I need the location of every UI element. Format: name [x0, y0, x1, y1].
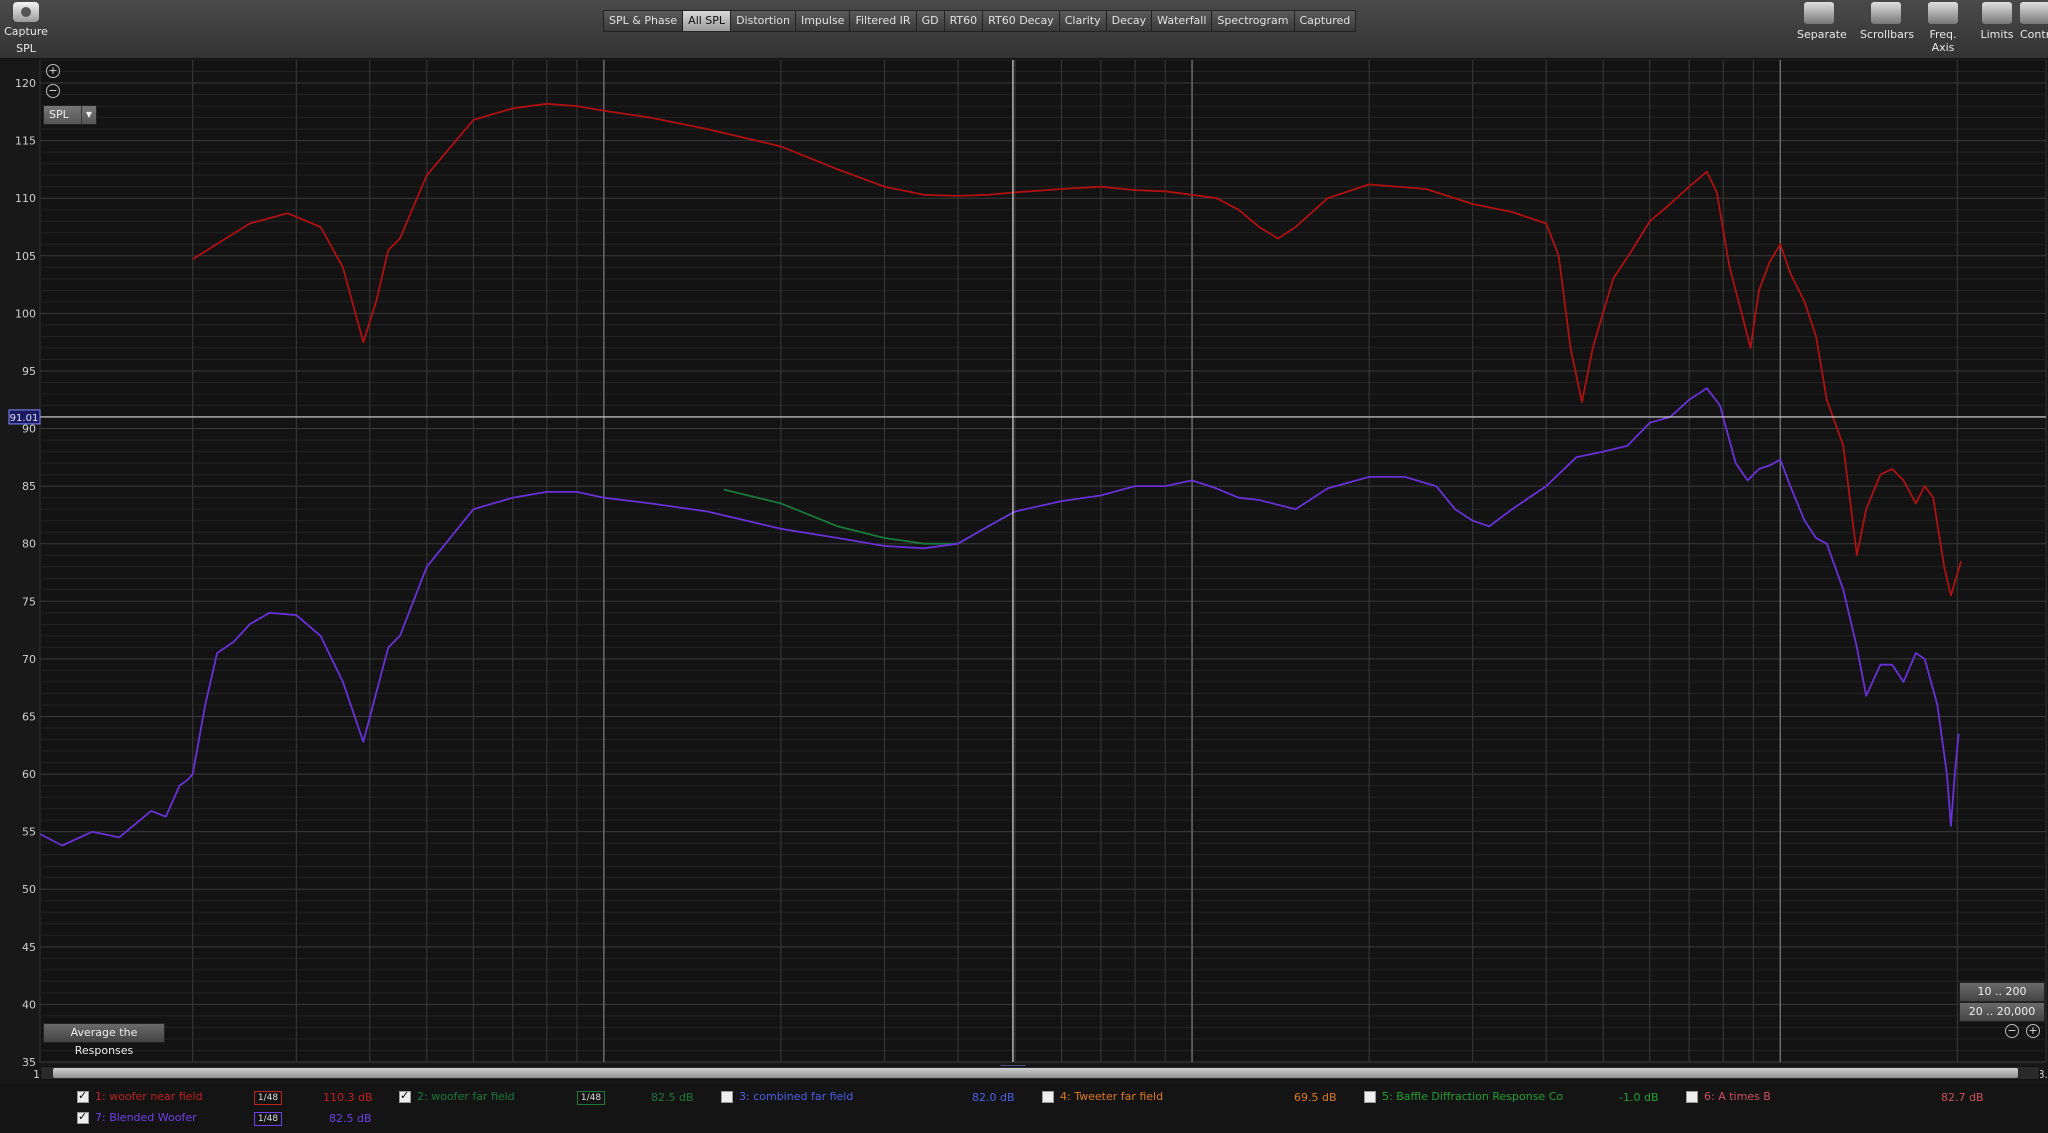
smoothing-badge-7[interactable]: 1/48	[254, 1112, 282, 1126]
tab-distortion[interactable]: Distortion	[730, 10, 796, 32]
tab-captured[interactable]: Captured	[1293, 10, 1357, 32]
legend-item-5[interactable]: 5: Baffle Diffraction Response Co	[1364, 1090, 1563, 1103]
y-tick-label: 110	[15, 192, 36, 205]
tab-rt60-decay[interactable]: RT60 Decay	[982, 10, 1060, 32]
zoom-in-x-icon[interactable]: +	[2026, 1024, 2040, 1038]
legend-checkbox-1[interactable]	[77, 1089, 89, 1103]
scrollbars-icon	[1871, 2, 1901, 24]
tab-gd[interactable]: GD	[915, 10, 945, 32]
scrollbars-button[interactable]: Scrollbars	[1860, 2, 1915, 41]
tab-filtered-ir[interactable]: Filtered IR	[849, 10, 917, 32]
legend-panel: 1: woofer near field 1/48 110.3 dB 2: wo…	[0, 1083, 2048, 1133]
capture-sub-label: SPL	[16, 42, 36, 55]
separate-label: Separate	[1797, 28, 1847, 41]
capture-label: Capture	[4, 25, 48, 38]
freq-axis-label: Freq. Axis	[1929, 28, 1957, 54]
legend-value-2: 82.5 dB	[651, 1091, 694, 1104]
legend-checkbox-3[interactable]	[721, 1091, 733, 1103]
legend-checkbox-2[interactable]	[399, 1089, 411, 1103]
controls-label: Contr	[2020, 28, 2048, 41]
legend-item-6[interactable]: 6: A times B	[1686, 1090, 1771, 1103]
controls-button[interactable]: Contr	[2020, 2, 2048, 41]
tab-spl-phase[interactable]: SPL & Phase	[603, 10, 684, 32]
legend-label-3: 3: combined far field	[739, 1090, 854, 1103]
tab-clarity[interactable]: Clarity	[1058, 10, 1107, 32]
measure-select-value: SPL	[49, 108, 69, 121]
freq-axis-button[interactable]: Freq. Axis	[1918, 2, 1968, 54]
legend-item-3[interactable]: 3: combined far field	[721, 1090, 853, 1103]
legend-value-6: 82.7 dB	[1941, 1091, 1984, 1104]
legend-value-1: 110.3 dB	[323, 1091, 373, 1104]
limits-label: Limits	[1980, 28, 2014, 41]
zoom-out-x-icon[interactable]: −	[2005, 1024, 2019, 1038]
zoom-out-y-icon[interactable]: −	[46, 84, 60, 98]
range-10-200-button[interactable]: 10 .. 200	[1959, 982, 2045, 1002]
view-tabs: SPL & Phase All SPL Distortion Impulse F…	[603, 10, 1357, 32]
separate-icon	[1804, 2, 1834, 24]
zoom-in-y-icon[interactable]: +	[46, 64, 60, 78]
camera-icon	[13, 2, 39, 22]
smoothing-badge-2[interactable]: 1/48	[577, 1091, 605, 1105]
legend-item-2[interactable]: 2: woofer far field	[399, 1089, 515, 1103]
legend-label-4: 4: Tweeter far field	[1060, 1090, 1164, 1103]
y-tick-label: 70	[22, 653, 36, 666]
y-tick-label: 45	[22, 941, 36, 954]
y-tick-label: 80	[22, 538, 36, 551]
legend-checkbox-6[interactable]	[1686, 1091, 1698, 1103]
y-tick-label: 40	[22, 998, 36, 1011]
spl-graph[interactable]: 3540455055606570758085909510010511011512…	[0, 59, 2048, 1079]
legend-label-6: 6: A times B	[1704, 1090, 1771, 1103]
y-tick-label: 55	[22, 826, 36, 839]
limits-icon	[1982, 2, 2012, 24]
legend-item-7[interactable]: 7: Blended Woofer	[77, 1110, 197, 1124]
separate-button[interactable]: Separate	[1797, 2, 1847, 41]
freq-axis-icon	[1928, 2, 1958, 24]
average-responses-button[interactable]: Average the Responses	[43, 1023, 165, 1057]
y-tick-label: 75	[22, 595, 36, 608]
gear-icon	[2020, 2, 2048, 24]
tab-spectrogram[interactable]: Spectrogram	[1211, 10, 1295, 32]
chevron-down-icon: ▼	[81, 106, 96, 124]
legend-label-7: 7: Blended Woofer	[95, 1111, 197, 1124]
legend-checkbox-5[interactable]	[1364, 1091, 1376, 1103]
y-tick-label: 120	[15, 77, 36, 90]
legend-item-4[interactable]: 4: Tweeter far field	[1042, 1090, 1163, 1103]
legend-label-1: 1: woofer near field	[95, 1090, 203, 1103]
legend-label-2: 2: woofer far field	[417, 1090, 515, 1103]
scrollbars-label: Scrollbars	[1860, 28, 1915, 41]
legend-label-5: 5: Baffle Diffraction Response Co	[1382, 1090, 1564, 1103]
y-tick-label: 50	[22, 883, 36, 896]
y-tick-label: 105	[15, 250, 36, 263]
tab-all-spl[interactable]: All SPL	[682, 10, 732, 32]
cursor-level-readout: 91.01	[10, 413, 39, 424]
legend-value-4: 69.5 dB	[1294, 1091, 1337, 1104]
toolbar: Capture SPL SPL & Phase All SPL Distorti…	[0, 0, 2048, 59]
legend-value-7: 82.5 dB	[329, 1112, 372, 1125]
tab-decay[interactable]: Decay	[1105, 10, 1153, 32]
horizontal-scrollbar[interactable]	[40, 1066, 2040, 1080]
tab-waterfall[interactable]: Waterfall	[1151, 10, 1213, 32]
y-tick-label: 85	[22, 480, 36, 493]
scrollbar-thumb[interactable]	[53, 1068, 2018, 1078]
legend-item-1[interactable]: 1: woofer near field	[77, 1089, 203, 1103]
y-tick-label: 60	[22, 768, 36, 781]
measure-select[interactable]: SPL ▼	[43, 105, 97, 125]
legend-checkbox-7[interactable]	[77, 1110, 89, 1124]
limits-button[interactable]: Limits	[1980, 2, 2014, 41]
y-tick-label: 100	[15, 307, 36, 320]
y-tick-label: 95	[22, 365, 36, 378]
y-tick-label: 65	[22, 710, 36, 723]
legend-value-3: 82.0 dB	[972, 1091, 1015, 1104]
range-20-20000-button[interactable]: 20 .. 20,000	[1959, 1002, 2045, 1022]
legend-checkbox-4[interactable]	[1042, 1091, 1054, 1103]
y-tick-label: 90	[22, 423, 36, 436]
smoothing-badge-1[interactable]: 1/48	[254, 1091, 282, 1105]
legend-value-5: -1.0 dB	[1619, 1091, 1659, 1104]
y-tick-label: 115	[15, 135, 36, 148]
tab-impulse[interactable]: Impulse	[794, 10, 851, 32]
tab-rt60[interactable]: RT60	[943, 10, 984, 32]
capture-button[interactable]: Capture SPL	[4, 2, 48, 55]
